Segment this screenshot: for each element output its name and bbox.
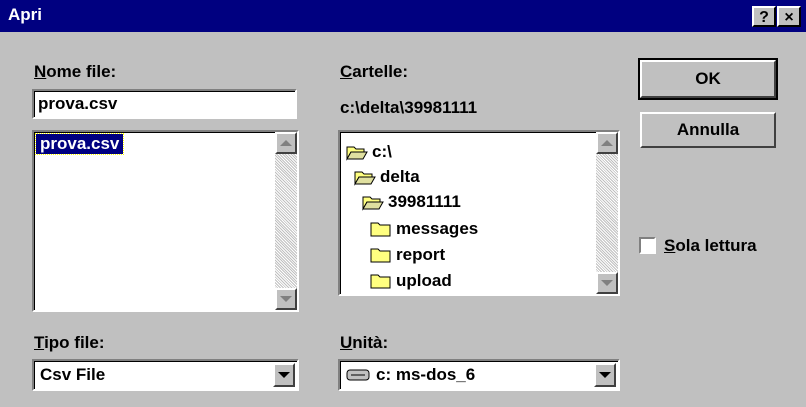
file-name-input[interactable] xyxy=(34,91,295,117)
folder-tree-scrollbar[interactable] xyxy=(596,132,618,294)
help-icon: ? xyxy=(759,9,769,26)
current-path: c:\delta\39981111 xyxy=(340,98,478,117)
read-only-checkbox[interactable] xyxy=(639,237,656,254)
open-folder-icon xyxy=(354,171,376,186)
drive-dropdown[interactable]: c: ms-dos_6 xyxy=(338,359,620,391)
scroll-up-button[interactable] xyxy=(596,132,618,154)
folder-item-root[interactable]: c:\ xyxy=(346,139,392,165)
drive-icon xyxy=(346,369,370,381)
close-icon: × xyxy=(784,9,794,26)
folder-item-delta[interactable]: delta xyxy=(354,164,420,190)
scroll-down-button[interactable] xyxy=(275,288,297,310)
open-dialog: Apri ? × Nome file: prova.csv Cartelle: … xyxy=(0,0,806,407)
arrow-up-icon xyxy=(280,140,292,146)
open-folder-icon xyxy=(346,146,368,161)
folder-tree[interactable]: c:\ delta 39981111 messages report uploa… xyxy=(338,130,620,296)
file-type-label: Tipo file: xyxy=(34,333,105,352)
file-type-dropdown-button[interactable] xyxy=(273,363,295,387)
window-title: Apri xyxy=(8,5,42,24)
title-bar: Apri ? × xyxy=(0,0,806,32)
folder-icon xyxy=(370,248,391,263)
drive-value: c: ms-dos_6 xyxy=(376,365,476,384)
list-item-selected[interactable]: prova.csv xyxy=(34,133,125,155)
scroll-down-button[interactable] xyxy=(596,272,618,294)
help-button[interactable]: ? xyxy=(752,6,776,27)
ok-button[interactable]: OK xyxy=(638,58,778,100)
file-type-value: Csv File xyxy=(40,365,106,384)
cancel-button[interactable]: Annulla xyxy=(640,112,776,148)
file-list-scrollbar[interactable] xyxy=(275,132,297,310)
file-name-field-frame xyxy=(32,89,297,119)
folder-item-messages[interactable]: messages xyxy=(370,216,478,242)
close-button[interactable]: × xyxy=(777,6,801,27)
scroll-up-button[interactable] xyxy=(275,132,297,154)
read-only-label[interactable]: Sola lettura xyxy=(664,236,757,256)
arrow-down-icon xyxy=(280,296,292,302)
file-type-dropdown[interactable]: Csv File xyxy=(32,359,299,391)
open-folder-icon xyxy=(362,196,384,211)
folder-item-report[interactable]: report xyxy=(370,242,445,268)
folder-item-upload[interactable]: upload xyxy=(370,268,452,294)
folders-label: Cartelle: xyxy=(340,62,409,81)
file-list[interactable]: prova.csv xyxy=(32,130,299,312)
folder-icon xyxy=(370,222,391,237)
chevron-down-icon xyxy=(278,372,290,378)
drive-dropdown-button[interactable] xyxy=(594,363,616,387)
folder-icon xyxy=(370,274,391,289)
folder-item-39981111[interactable]: 39981111 xyxy=(362,189,461,215)
chevron-down-icon xyxy=(599,372,611,378)
arrow-up-icon xyxy=(601,140,613,146)
arrow-down-icon xyxy=(601,280,613,286)
file-name-label: Nome file: xyxy=(34,62,117,81)
drive-label: Unità: xyxy=(340,333,389,352)
